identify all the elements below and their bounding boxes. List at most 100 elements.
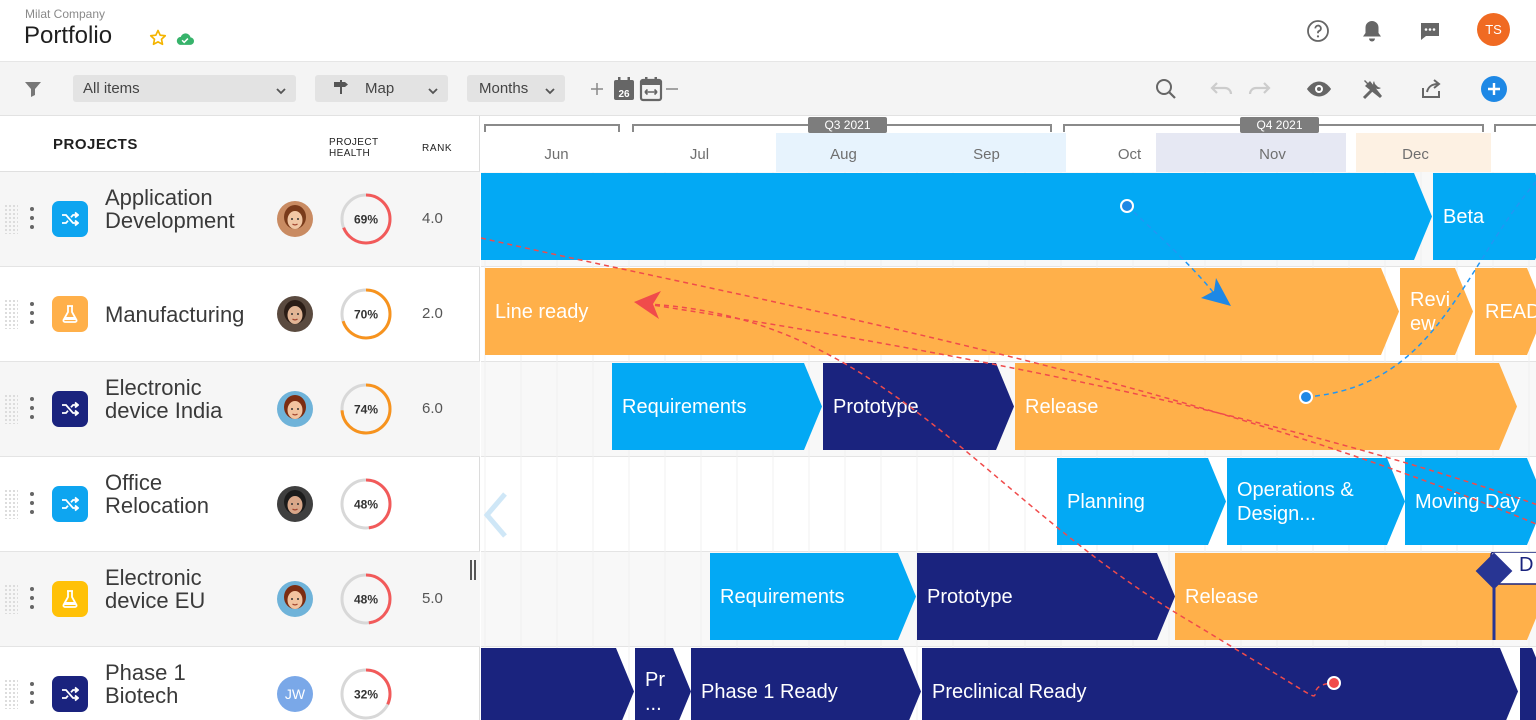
month-label: Oct [1117,146,1142,163]
drag-handle[interactable] [4,679,18,709]
month-label: Nov [1259,146,1286,163]
milestone-marker[interactable]: D [1474,552,1536,642]
star-icon[interactable] [148,28,168,53]
drag-handle[interactable] [4,584,18,614]
health-value: 70% [354,308,378,322]
rank-value: 4.0 [422,210,443,227]
redo-icon[interactable] [1244,74,1274,104]
timeline-bar[interactable]: Prototype [917,553,1175,640]
project-name[interactable]: Electronic device India [105,376,222,422]
user-avatar[interactable]: TS [1477,13,1510,46]
shuffle-icon [52,201,88,237]
month-label: Jul [689,146,710,163]
timeline-bar[interactable]: Moving Day [1405,458,1536,545]
timeline-bar[interactable]: Line ready [485,268,1399,355]
project-name[interactable]: Electronic device EU [105,566,205,612]
scale-select[interactable]: Months [467,75,565,102]
timeline-bar[interactable]: Planning [1057,458,1226,545]
project-name-line2: Biotech [105,683,179,708]
project-row[interactable]: Electronic device EU 48% 5.0 [0,552,480,647]
projects-column-header[interactable]: PROJECTS [53,136,138,153]
project-row[interactable]: Application Development 69% 4.0 [0,172,480,267]
timeline-bar[interactable]: Requirements [710,553,916,640]
project-name-line1: Electronic [105,375,202,400]
timeline-bar[interactable]: Operations & Design... [1227,458,1405,545]
more-options-icon[interactable] [30,397,34,421]
owner-avatar[interactable] [277,486,313,522]
project-row[interactable]: Manufacturing 70% 2.0 [0,267,480,362]
more-options-icon[interactable] [30,492,34,516]
more-options-icon[interactable] [30,207,34,231]
timeline-bar[interactable] [1520,648,1536,720]
eye-icon[interactable] [1304,74,1334,104]
timeline-bar[interactable]: Beta [1433,173,1536,260]
timeline-bar[interactable]: Prototype [823,363,1014,450]
portfolio-app: Milat Company Portfolio TS All items Map… [0,0,1536,720]
project-name[interactable]: Manufacturing [105,303,244,326]
timeline-bar[interactable] [481,648,634,720]
view-select[interactable]: Map [315,75,448,102]
owner-avatar[interactable]: JW [277,676,313,712]
timeline-bar-label: Line ready [495,300,589,323]
bell-icon[interactable] [1357,16,1387,46]
project-name-line1: Application [105,185,213,210]
rank-value: 2.0 [422,305,443,322]
zoom-out-icon[interactable] [657,74,687,104]
cloud-check-icon [175,31,195,52]
timeline-bar-label: Requirements [622,395,747,418]
items-filter-select[interactable]: All items [73,75,296,102]
chat-icon[interactable] [1415,16,1445,46]
health-gauge: 74% [338,381,394,437]
drag-handle[interactable] [4,299,18,329]
timeline-bar-label: Beta [1443,205,1485,228]
project-row[interactable]: Phase 1 Biotech JW 32% [0,647,480,720]
owner-avatar[interactable] [277,581,313,617]
timeline-bar[interactable]: Requirements [612,363,822,450]
drag-handle[interactable] [4,204,18,234]
owner-avatar[interactable] [277,296,313,332]
more-options-icon[interactable] [30,587,34,611]
owner-avatar[interactable] [277,391,313,427]
help-icon[interactable] [1303,16,1333,46]
more-options-icon[interactable] [30,302,34,326]
search-icon[interactable] [1151,74,1181,104]
project-name[interactable]: Office Relocation [105,471,209,517]
project-name[interactable]: Application Development [105,186,235,232]
more-options-icon[interactable] [30,682,34,706]
undo-icon[interactable] [1207,74,1237,104]
owner-avatar[interactable] [277,201,313,237]
health-value: 69% [354,213,378,227]
share-icon[interactable] [1416,74,1446,104]
timeline-bar[interactable]: Phase 1 Ready [691,648,921,720]
page-title: Portfolio [24,22,113,49]
health-column-header[interactable]: PROJECT HEALTH [329,137,378,159]
scale-select-value: Months [479,80,529,97]
tools-icon[interactable] [1358,74,1388,104]
signpost-icon [333,79,349,98]
flask-icon [52,581,88,617]
calendar-today-icon[interactable]: 26 [609,74,639,104]
project-row[interactable]: Office Relocation 48% [0,457,480,552]
timeline-bar-label: Prototype [927,585,1013,608]
zoom-in-icon[interactable] [582,74,612,104]
rank-column-header[interactable]: RANK [422,143,452,154]
drag-handle[interactable] [4,394,18,424]
project-name[interactable]: Phase 1 Biotech [105,661,186,707]
add-icon[interactable] [1479,74,1509,104]
timeline-bar[interactable]: Preclinical Ready [922,648,1518,720]
quarter-bracket [484,124,620,132]
drag-handle[interactable] [4,489,18,519]
calendar-day: 26 [618,89,630,100]
project-row[interactable]: Electronic device India 74% 6.0 [0,362,480,457]
filter-icon[interactable] [18,74,48,104]
timeline-bar[interactable]: READ [1475,268,1536,355]
company-name: Milat Company [25,7,106,21]
project-name-line2: device India [105,398,223,423]
timeline-bar[interactable] [481,173,1432,260]
timeline-bar-label: Revi ew [1410,288,1451,335]
column-resize-handle[interactable] [470,560,476,580]
project-name-line1: Phase 1 [105,660,186,685]
chevron-down-icon [544,83,556,100]
health-gauge: 70% [338,286,394,342]
timeline-bar[interactable]: Release [1015,363,1517,450]
